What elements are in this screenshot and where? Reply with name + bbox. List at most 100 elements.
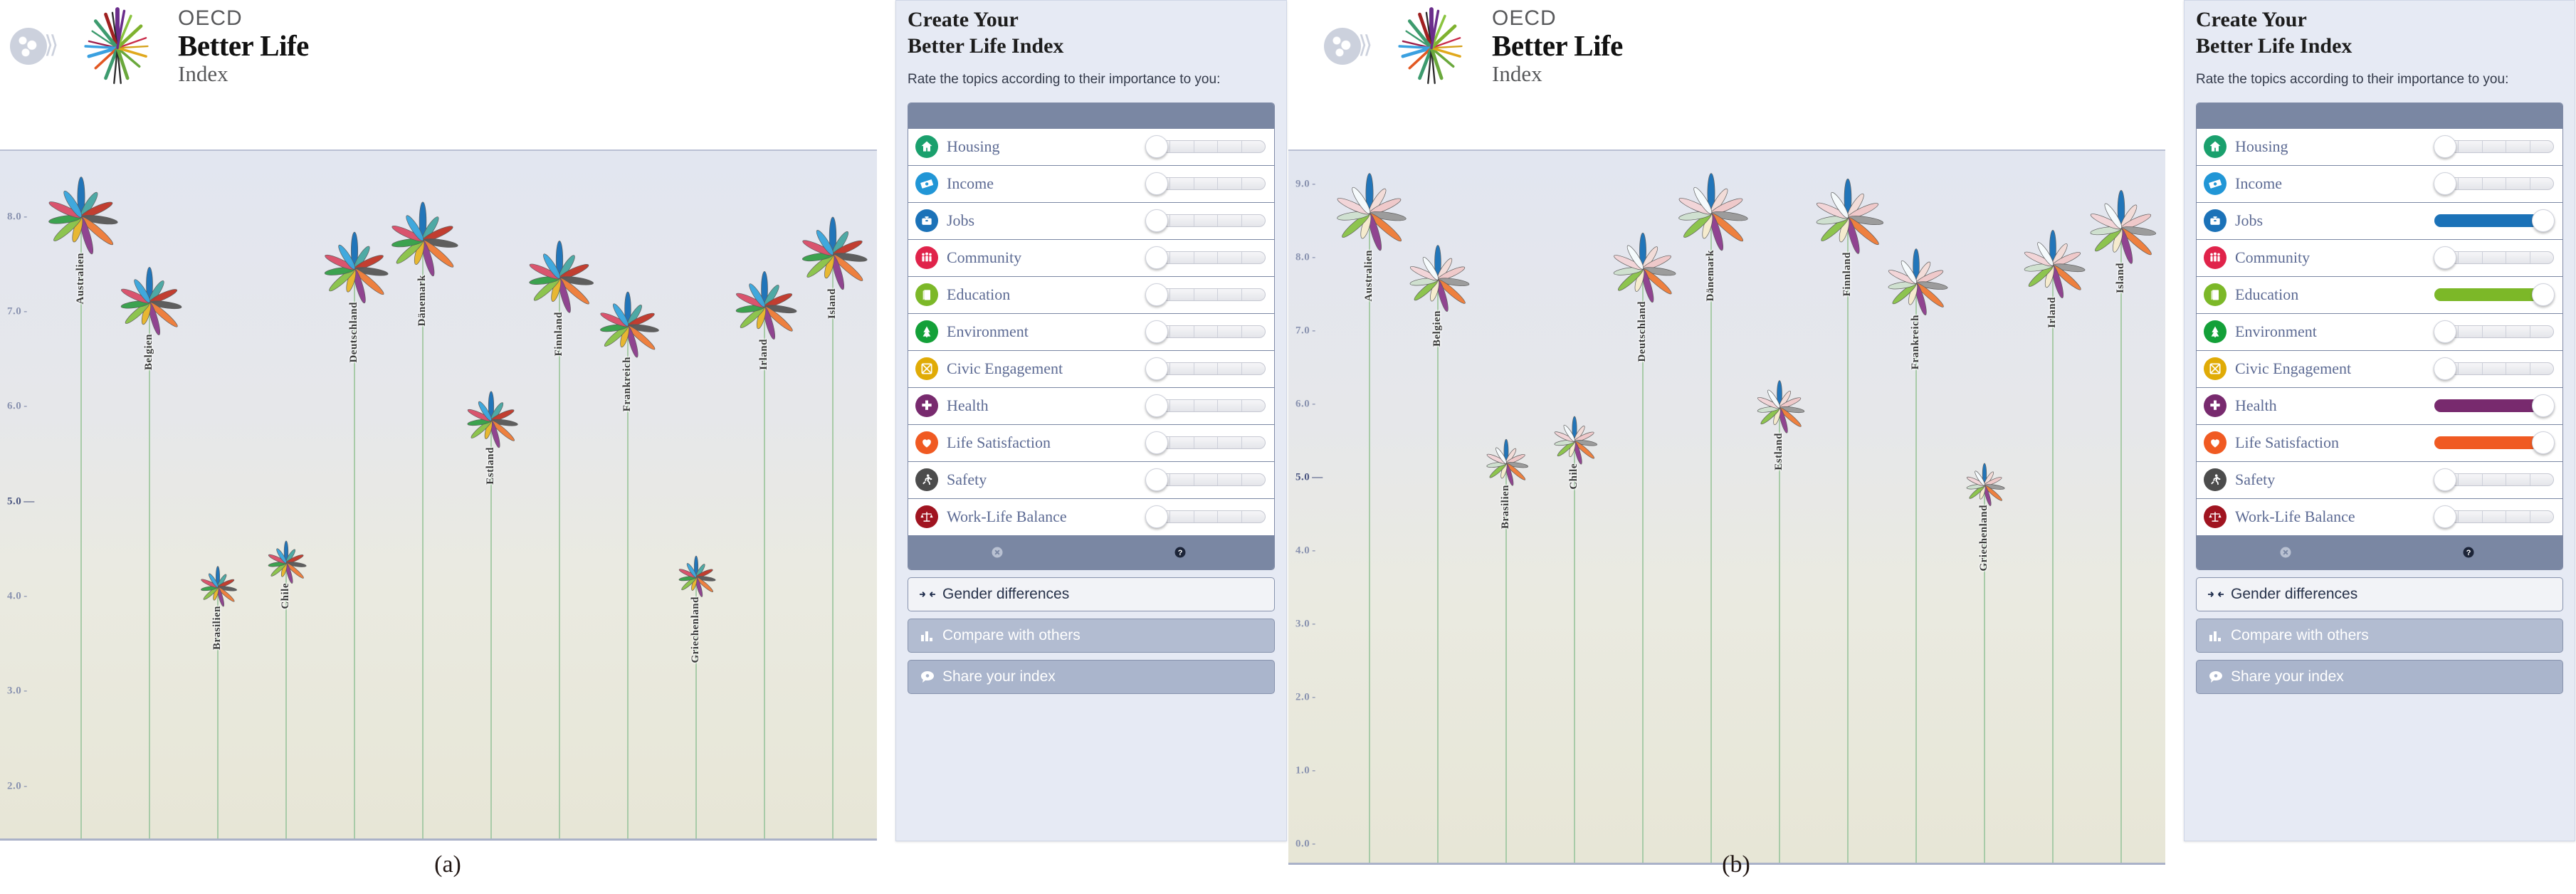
gender-differences-button[interactable]: Gender differences xyxy=(908,577,1275,611)
topic-row[interactable]: Environment xyxy=(908,313,1274,351)
slider-handle[interactable] xyxy=(2434,320,2456,344)
slider-handle[interactable] xyxy=(2532,209,2555,233)
topic-weight-slider[interactable] xyxy=(1145,135,1266,159)
slider-handle[interactable] xyxy=(2434,468,2456,492)
slider-handle[interactable] xyxy=(1145,394,1168,418)
country-flower[interactable] xyxy=(263,540,310,587)
country-flower[interactable] xyxy=(1668,171,1754,256)
country-flower[interactable] xyxy=(112,265,187,340)
slider-handle[interactable] xyxy=(1145,468,1168,492)
topic-row[interactable]: Safety xyxy=(908,461,1274,499)
topic-row[interactable]: Health xyxy=(2197,387,2562,425)
reset-button[interactable] xyxy=(2197,545,2380,559)
topic-row[interactable]: Life Satisfaction xyxy=(2197,424,2562,462)
topic-weight-slider[interactable] xyxy=(2434,209,2555,233)
country-flower[interactable] xyxy=(2081,188,2162,269)
country-flower[interactable] xyxy=(1481,438,1532,489)
slider-handle[interactable] xyxy=(2532,394,2555,418)
topic-weight-slider[interactable] xyxy=(2434,172,2554,196)
share-your-index-button[interactable]: Share your index xyxy=(2196,659,2563,694)
topic-weight-slider[interactable] xyxy=(1145,431,1266,455)
country-flower[interactable] xyxy=(1401,243,1474,317)
slider-handle[interactable] xyxy=(1145,172,1168,196)
topic-weight-slider[interactable] xyxy=(1145,172,1266,196)
topic-weight-slider[interactable] xyxy=(1145,320,1266,344)
country-flower[interactable] xyxy=(460,390,522,453)
share-your-index-button[interactable]: Share your index xyxy=(908,659,1275,694)
topic-row[interactable]: Education xyxy=(908,276,1274,314)
country-flower[interactable] xyxy=(2015,228,2091,303)
country-flower[interactable] xyxy=(673,555,719,601)
topic-row[interactable]: Jobs xyxy=(2197,202,2562,240)
slider-handle[interactable] xyxy=(2434,246,2456,270)
reset-button[interactable] xyxy=(908,545,1091,559)
country-flower[interactable] xyxy=(520,239,599,319)
slider-handle[interactable] xyxy=(1145,357,1168,381)
slider-handle[interactable] xyxy=(1145,505,1168,529)
topic-weight-slider[interactable] xyxy=(2434,357,2554,381)
help-button[interactable]: ? xyxy=(2380,545,2562,559)
topic-row[interactable]: Community xyxy=(908,239,1274,277)
topic-weight-slider[interactable] xyxy=(2434,431,2555,455)
topic-weight-slider[interactable] xyxy=(1145,394,1266,418)
country-flower[interactable] xyxy=(1879,247,1952,320)
topic-row[interactable]: Environment xyxy=(2197,313,2562,351)
country-flower[interactable] xyxy=(1807,176,1889,258)
slider-handle[interactable] xyxy=(2434,135,2456,159)
topic-row[interactable]: Work-Life Balance xyxy=(2197,498,2562,535)
topic-row[interactable]: Education xyxy=(2197,276,2562,314)
country-flower[interactable] xyxy=(1327,171,1412,256)
slider-handle[interactable] xyxy=(1145,320,1168,344)
slider-handle[interactable] xyxy=(2532,283,2555,307)
topic-row[interactable]: Life Satisfaction xyxy=(908,424,1274,462)
topic-weight-slider[interactable] xyxy=(1145,357,1266,381)
slider-handle[interactable] xyxy=(1145,431,1168,455)
country-flower[interactable] xyxy=(1750,379,1809,438)
country-flower[interactable] xyxy=(38,174,124,260)
topic-weight-slider[interactable] xyxy=(1145,505,1266,529)
topic-row[interactable]: Civic Engagement xyxy=(2197,350,2562,388)
country-flower[interactable] xyxy=(1548,415,1601,468)
compare-with-others-button[interactable]: Compare with others xyxy=(908,618,1275,653)
topic-weight-slider[interactable] xyxy=(2434,283,2555,307)
topic-weight-slider[interactable] xyxy=(2434,246,2554,270)
topic-weight-slider[interactable] xyxy=(1145,283,1266,307)
slider-handle[interactable] xyxy=(2434,172,2456,196)
topic-weight-slider[interactable] xyxy=(2434,320,2554,344)
help-button[interactable]: ? xyxy=(1091,545,1274,559)
slider-handle[interactable] xyxy=(2434,505,2456,529)
topic-row[interactable]: Income xyxy=(2197,165,2562,203)
topic-weight-slider[interactable] xyxy=(2434,135,2554,159)
topic-row[interactable]: Jobs xyxy=(908,202,1274,240)
slider-handle[interactable] xyxy=(1145,135,1168,159)
topic-row[interactable]: Housing xyxy=(908,128,1274,166)
country-flower[interactable] xyxy=(793,215,873,295)
topic-row[interactable]: Safety xyxy=(2197,461,2562,499)
topic-row[interactable]: Work-Life Balance xyxy=(908,498,1274,535)
topic-row[interactable]: Civic Engagement xyxy=(908,350,1274,388)
topic-row[interactable]: Community xyxy=(2197,239,2562,277)
topic-weight-slider[interactable] xyxy=(1145,209,1266,233)
topic-weight-slider[interactable] xyxy=(2434,394,2555,418)
compare-with-others-button[interactable]: Compare with others xyxy=(2196,618,2563,653)
topic-weight-slider[interactable] xyxy=(2434,505,2554,529)
topic-weight-slider[interactable] xyxy=(1145,246,1266,270)
topic-weight-slider[interactable] xyxy=(2434,468,2554,492)
topic-row[interactable]: Income xyxy=(908,165,1274,203)
slider-handle[interactable] xyxy=(2532,431,2555,455)
topic-row[interactable]: Health xyxy=(908,387,1274,425)
slider-handle[interactable] xyxy=(2434,357,2456,381)
country-flower[interactable] xyxy=(382,199,463,281)
slider-handle[interactable] xyxy=(1145,246,1168,270)
gender-differences-button-label: Gender differences xyxy=(942,585,1070,602)
topic-label: Safety xyxy=(2235,470,2276,489)
country-flower[interactable] xyxy=(592,290,664,362)
slider-handle[interactable] xyxy=(1145,283,1168,307)
country-flower[interactable] xyxy=(196,564,240,609)
topic-row[interactable]: Housing xyxy=(2197,128,2562,166)
topic-weight-slider[interactable] xyxy=(1145,468,1266,492)
gender-differences-button[interactable]: Gender differences xyxy=(2196,577,2563,611)
country-flower[interactable] xyxy=(1961,462,2008,509)
country-flower[interactable] xyxy=(727,270,802,345)
slider-handle[interactable] xyxy=(1145,209,1168,233)
